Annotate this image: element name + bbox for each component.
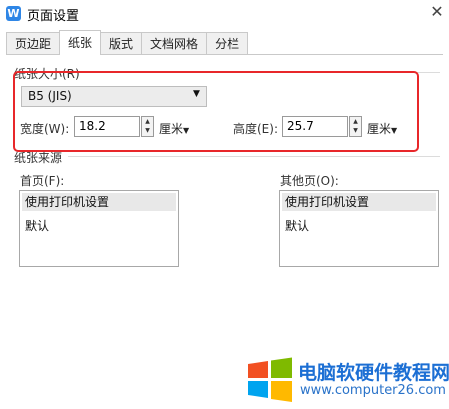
- tab-columns[interactable]: 分栏: [206, 32, 249, 54]
- dialog-title: 页面设置: [27, 9, 80, 24]
- list-item[interactable]: 默认: [22, 217, 49, 235]
- tab-paper[interactable]: 纸张: [59, 30, 102, 55]
- red-highlight-annotation: [13, 71, 419, 152]
- title-bar: W 页面设置 ✕: [0, 0, 449, 30]
- list-item[interactable]: 使用打印机设置: [22, 193, 176, 211]
- tab-margins[interactable]: 页边距: [6, 32, 61, 54]
- paper-source-group-label: 纸张来源: [14, 151, 63, 165]
- close-icon[interactable]: ✕: [428, 2, 446, 22]
- watermark-site-url: www.computer26.com: [300, 383, 446, 398]
- other-pages-label: 其他页(O):: [280, 174, 339, 188]
- first-page-label: 首页(F):: [20, 174, 65, 188]
- list-item[interactable]: 使用打印机设置: [282, 193, 436, 211]
- list-item[interactable]: 默认: [282, 217, 309, 235]
- tab-strip: 页边距 纸张 版式 文档网格 分栏: [6, 30, 249, 55]
- first-page-list[interactable]: 使用打印机设置 默认: [19, 190, 179, 267]
- tab-document-grid[interactable]: 文档网格: [141, 32, 208, 54]
- paper-source-separator: [68, 156, 440, 157]
- tab-layout[interactable]: 版式: [100, 32, 143, 54]
- other-pages-list[interactable]: 使用打印机设置 默认: [279, 190, 439, 267]
- wps-app-icon: W: [6, 6, 21, 21]
- watermark-site-name: 电脑软硬件教程网: [298, 362, 449, 384]
- windows-logo-icon: [248, 357, 292, 402]
